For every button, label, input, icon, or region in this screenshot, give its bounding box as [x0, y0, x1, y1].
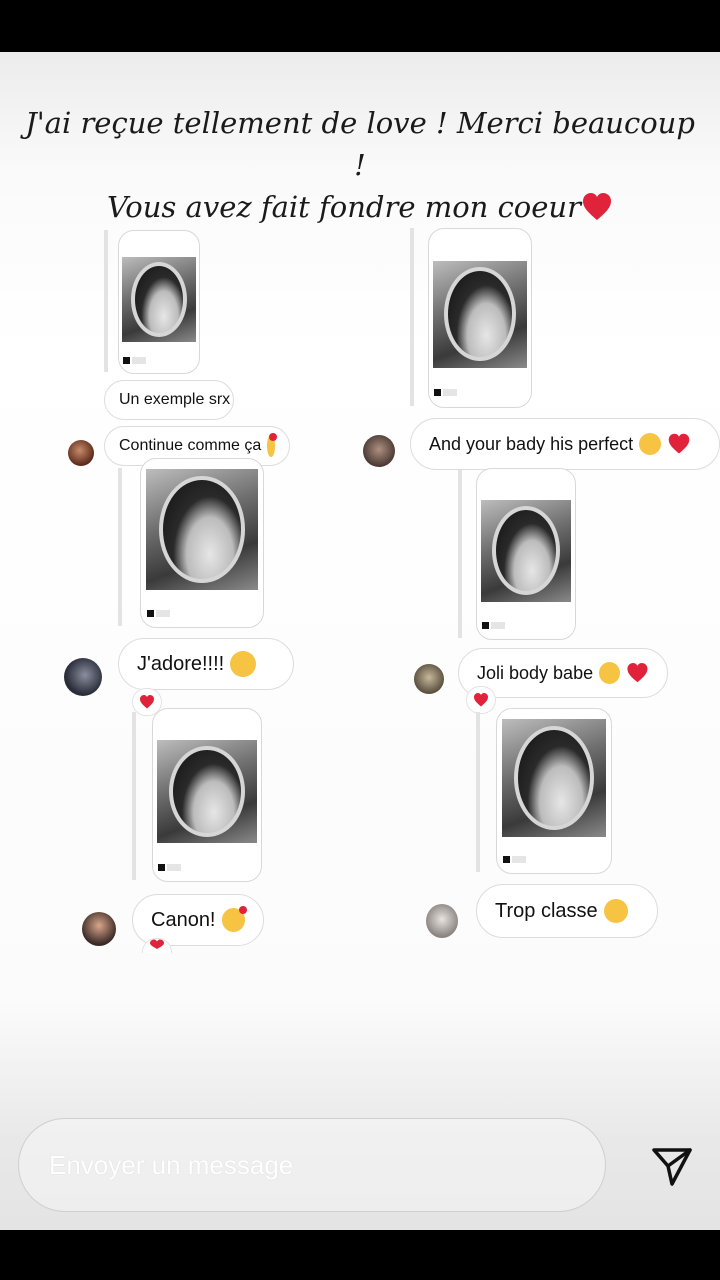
message-bubble[interactable]: Un exemple srx	[104, 380, 234, 420]
smiling-hearts-emoji-icon	[221, 906, 247, 932]
thread-line	[410, 228, 414, 406]
thread-line	[104, 230, 108, 372]
thread-line	[476, 712, 480, 872]
message-bubble[interactable]: Trop classe	[476, 884, 658, 938]
message-bubble[interactable]: J'adore!!!!	[118, 638, 294, 690]
avatar[interactable]	[68, 440, 94, 466]
message-input[interactable]: Envoyer un message	[18, 1118, 606, 1212]
message-text: Joli body babe	[477, 662, 594, 683]
story-caption: J'ai reçue tellement de love ! Merci bea…	[20, 102, 700, 228]
message-text: J'adore!!!!	[137, 652, 225, 675]
avatar[interactable]	[426, 904, 458, 938]
caption-line-2-text: Vous avez fait fondre mon coeur	[107, 190, 581, 224]
star-struck-emoji-icon	[230, 651, 257, 677]
heart-reaction[interactable]	[466, 686, 496, 714]
message-input-placeholder: Envoyer un message	[49, 1150, 294, 1180]
message-text: Un exemple srx	[119, 391, 231, 408]
relieved-emoji-icon	[639, 433, 662, 455]
message-text: Continue comme ça	[119, 437, 262, 454]
caption-line-1: J'ai reçue tellement de love ! Merci bea…	[25, 106, 695, 182]
thread-line	[132, 712, 136, 880]
message-bubble[interactable]: And your bady his perfect	[410, 418, 720, 470]
thread-line	[458, 470, 462, 638]
heart-eyes-emoji-icon	[603, 899, 628, 923]
avatar[interactable]	[82, 912, 116, 946]
caption-line-2: Vous avez fait fondre mon coeur	[20, 186, 700, 228]
shared-post-thumbnail[interactable]	[140, 458, 264, 628]
thread-line	[118, 468, 122, 626]
message-text: Canon!	[151, 908, 216, 931]
shared-post-thumbnail[interactable]	[118, 230, 200, 374]
grinning-squinting-emoji-icon	[599, 662, 621, 684]
heart-icon	[150, 939, 164, 949]
shared-post-thumbnail[interactable]	[496, 708, 612, 874]
avatar[interactable]	[363, 435, 395, 467]
heart-icon	[474, 693, 488, 707]
shared-post-thumbnail[interactable]	[428, 228, 532, 408]
story-screen: J'ai reçue tellement de love ! Merci bea…	[0, 52, 720, 1230]
heart-icon	[582, 193, 611, 220]
message-text: Trop classe	[495, 899, 598, 922]
avatar[interactable]	[414, 664, 444, 694]
avatar[interactable]	[64, 658, 102, 696]
send-icon[interactable]	[648, 1142, 696, 1190]
shared-post-thumbnail[interactable]	[152, 708, 262, 882]
heart-icon	[668, 433, 690, 454]
message-text: And your bady his perfect	[429, 433, 634, 454]
heart-icon	[627, 662, 648, 683]
smiling-hearts-emoji-icon	[267, 433, 277, 457]
heart-icon	[140, 695, 154, 709]
shared-post-thumbnail[interactable]	[476, 468, 576, 640]
